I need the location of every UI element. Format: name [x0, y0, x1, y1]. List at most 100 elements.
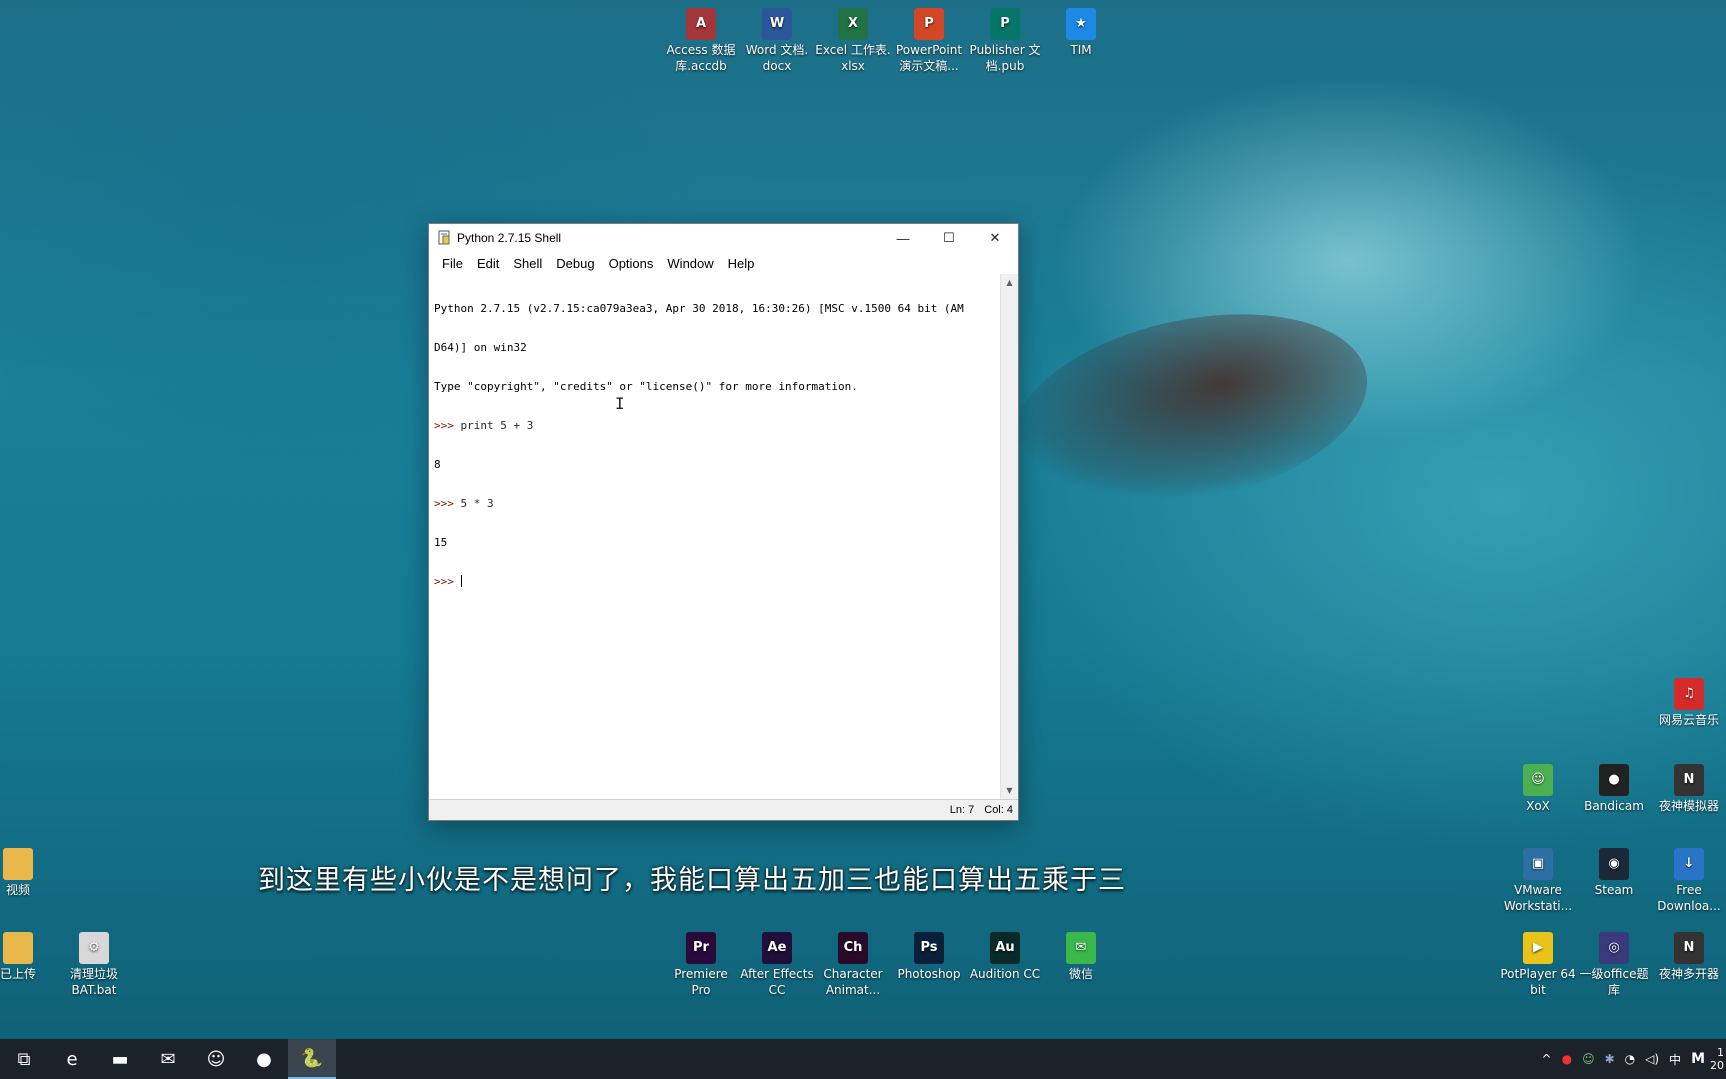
gear-icon: ⚙: [79, 932, 109, 964]
office-quiz-icon: ◎: [1599, 932, 1629, 964]
powerpoint-icon: P: [914, 8, 944, 40]
window-title: Python 2.7.15 Shell: [457, 231, 562, 245]
desktop-shortcut[interactable]: N 夜神多开器: [1651, 932, 1726, 982]
tray-ime-indicator[interactable]: 中: [1664, 1051, 1686, 1068]
desktop-shortcut[interactable]: Ae After Effects CC: [739, 932, 815, 998]
desktop-shortcut-label: Excel 工作表. xlsx: [815, 43, 891, 73]
nox-icon: N: [1674, 764, 1704, 796]
menu-debug[interactable]: Debug: [549, 256, 601, 271]
desktop-shortcut[interactable]: ▣ VMware Workstati...: [1500, 848, 1576, 914]
shell-output-line: 15: [434, 536, 448, 549]
shell-code: 5 * 3: [460, 497, 494, 510]
python-shell-window[interactable]: Python 2.7.15 Shell — ☐ ✕ File Edit Shel…: [428, 223, 1019, 821]
desktop-shortcut-label: 已上传: [0, 967, 36, 981]
desktop-shortcut[interactable]: ☺ XoX: [1500, 764, 1576, 814]
file-explorer-icon[interactable]: ▬: [96, 1039, 144, 1079]
desktop-shortcut-label: Premiere Pro: [674, 967, 728, 997]
desktop-shortcut-label: 视频: [5, 883, 30, 897]
desktop-shortcut[interactable]: ◉ Steam: [1576, 848, 1652, 898]
diver-image: [995, 284, 1385, 536]
shell-text-area[interactable]: Python 2.7.15 (v2.7.15:ca079a3ea3, Apr 3…: [429, 274, 1000, 799]
close-button[interactable]: ✕: [972, 224, 1018, 252]
desktop-shortcut-label: 夜神多开器: [1658, 967, 1719, 981]
vmware-icon: ▣: [1523, 848, 1553, 880]
tray-xox-icon[interactable]: ☺: [1577, 1052, 1600, 1066]
minimize-button[interactable]: —: [880, 224, 926, 252]
tray-volume-icon[interactable]: ◁): [1640, 1052, 1664, 1066]
desktop-shortcut-label: Steam: [1594, 883, 1634, 897]
menu-file[interactable]: File: [435, 256, 470, 271]
desktop-shortcut-label: 微信: [1068, 967, 1093, 981]
title-bar[interactable]: Python 2.7.15 Shell — ☐ ✕: [429, 224, 1018, 252]
desktop-shortcut-label: 网易云音乐: [1658, 713, 1719, 727]
desktop-shortcut[interactable]: ✉ 微信: [1043, 932, 1119, 982]
status-bar: Ln: 7 Col: 4: [429, 799, 1018, 820]
menu-edit[interactable]: Edit: [470, 256, 506, 271]
tray-bluetooth-icon[interactable]: ✱: [1600, 1052, 1620, 1066]
system-tray: ^ ● ☺ ✱ ◔ ◁) 中 M 1 20: [1537, 1039, 1726, 1079]
desktop-shortcut-label: Word 文档. docx: [745, 43, 809, 73]
record-icon[interactable]: ●: [240, 1039, 288, 1079]
desktop-shortcut[interactable]: ↓ Free Downloa...: [1651, 848, 1726, 914]
folder-icon: [3, 848, 33, 880]
edge-icon[interactable]: e: [48, 1039, 96, 1079]
desktop-shortcut[interactable]: Au Audition CC: [967, 932, 1043, 982]
clock-date: 20: [1710, 1059, 1724, 1072]
desktop-shortcut[interactable]: W Word 文档. docx: [739, 8, 815, 74]
taskbar-clock[interactable]: 1 20: [1710, 1046, 1726, 1072]
desktop-shortcut-label: Access 数据 库.accdb: [666, 43, 736, 73]
steam-icon: ◉: [1599, 848, 1629, 880]
publisher-icon: P: [990, 8, 1020, 40]
menu-help[interactable]: Help: [721, 256, 762, 271]
desktop-shortcut-label: After Effects CC: [740, 967, 814, 997]
tray-network-icon[interactable]: ◔: [1620, 1052, 1640, 1066]
desktop-shortcut-label: PotPlayer 64 bit: [1500, 967, 1576, 997]
task-view-icon[interactable]: ⧉: [0, 1039, 48, 1079]
video-subtitle: 到这里有些小伙是不是想问了，我能口算出五加三也能口算出五乘于三: [258, 865, 1126, 896]
shell-prompt: >>>: [434, 497, 461, 510]
desktop-shortcut[interactable]: X Excel 工作表. xlsx: [815, 8, 891, 74]
menu-shell[interactable]: Shell: [506, 256, 549, 271]
desktop-shortcut[interactable]: ● Bandicam: [1576, 764, 1652, 814]
desktop-shortcut[interactable]: ▶ PotPlayer 64 bit: [1500, 932, 1576, 998]
desktop-shortcut[interactable]: ⚙ 清理垃圾 BAT.bat: [56, 932, 132, 998]
desktop-shortcut-label: Bandicam: [1584, 799, 1644, 813]
desktop-shortcut[interactable]: A Access 数据 库.accdb: [663, 8, 739, 74]
tray-record-icon[interactable]: ●: [1557, 1052, 1577, 1066]
vertical-scrollbar[interactable]: ▲ ▼: [1000, 274, 1018, 799]
bandicam-icon: ●: [1599, 764, 1629, 796]
desktop-shortcut[interactable]: ★ TIM: [1043, 8, 1119, 58]
desktop-shortcut[interactable]: P PowerPoint 演示文稿...: [891, 8, 967, 74]
desktop-shortcut[interactable]: 视频: [0, 848, 56, 898]
desktop-shortcut[interactable]: P Publisher 文 档.pub: [967, 8, 1043, 74]
tray-ime-mode[interactable]: M: [1686, 1051, 1710, 1067]
desktop-shortcut[interactable]: 已上传: [0, 932, 56, 982]
shell-prompt: >>>: [434, 575, 461, 588]
xox-taskbar-icon[interactable]: ☺: [192, 1039, 240, 1079]
xox-icon: ☺: [1523, 764, 1553, 796]
netease-music-icon: ♫: [1674, 678, 1704, 710]
idle-app-icon: [438, 230, 450, 245]
desktop-shortcut-label: Publisher 文 档.pub: [969, 43, 1041, 73]
tray-chevron-icon[interactable]: ^: [1537, 1052, 1557, 1066]
desktop-shortcut[interactable]: ♫ 网易云音乐: [1651, 678, 1726, 728]
desktop-shortcut[interactable]: Pr Premiere Pro: [663, 932, 739, 998]
python-idle-icon[interactable]: 🐍: [288, 1039, 336, 1079]
desktop-shortcut[interactable]: Ps Photoshop: [891, 932, 967, 982]
folder-icon: [3, 932, 33, 964]
scroll-down-arrow-icon[interactable]: ▼: [1001, 782, 1018, 799]
shell-banner-line: Python 2.7.15 (v2.7.15:ca079a3ea3, Apr 3…: [434, 302, 964, 315]
menu-options[interactable]: Options: [602, 256, 661, 271]
shell-banner-line: Type "copyright", "credits" or "license(…: [434, 380, 858, 393]
desktop-shortcut[interactable]: ◎ 一级office题 库: [1576, 932, 1652, 998]
menu-window[interactable]: Window: [660, 256, 720, 271]
scroll-up-arrow-icon[interactable]: ▲: [1001, 274, 1018, 291]
mail-icon[interactable]: ✉: [144, 1039, 192, 1079]
desktop-shortcut-label: XoX: [1526, 799, 1550, 813]
desktop-shortcut[interactable]: N 夜神模拟器: [1651, 764, 1726, 814]
desktop-shortcut[interactable]: Ch Character Animat...: [815, 932, 891, 998]
text-caret: [460, 575, 462, 587]
desktop-shortcut-label: 清理垃圾 BAT.bat: [69, 967, 118, 997]
maximize-button[interactable]: ☐: [926, 224, 972, 252]
mouse-ibeam-cursor-icon: I: [615, 394, 625, 413]
